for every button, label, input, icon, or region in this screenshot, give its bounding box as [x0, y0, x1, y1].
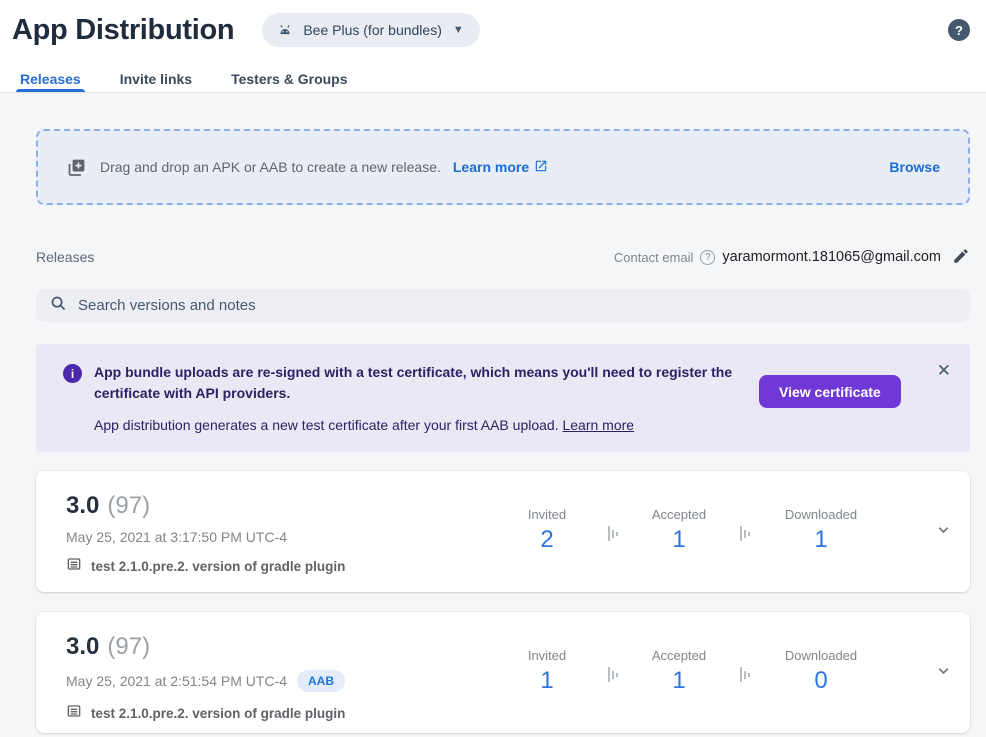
release-stats: Invited 1 Accepted 1 Downloaded 0	[502, 648, 876, 695]
stat-label: Downloaded	[766, 507, 876, 522]
stat-label: Downloaded	[766, 648, 876, 663]
stat-accepted: Accepted 1	[634, 648, 724, 695]
chevron-down-icon	[935, 662, 952, 682]
release-card: 3.0 (97) May 25, 2021 at 2:51:54 PM UTC-…	[36, 612, 970, 733]
release-version: 3.0	[66, 492, 99, 520]
stat-value: 2	[502, 526, 592, 554]
stat-downloaded: Downloaded 0	[766, 648, 876, 695]
page-header: App Distribution Bee Plus (for bundles) …	[0, 0, 986, 93]
release-version: 3.0	[66, 633, 99, 661]
upload-dropzone[interactable]: Drag and drop an APK or AAB to create a …	[36, 129, 970, 205]
app-selector-label: Bee Plus (for bundles)	[303, 22, 442, 38]
stat-label: Invited	[502, 648, 592, 663]
pencil-icon	[952, 247, 970, 268]
tab-releases[interactable]: Releases	[16, 60, 85, 92]
expand-release-button[interactable]	[935, 521, 952, 541]
page-title: App Distribution	[12, 14, 234, 47]
help-icon[interactable]: ?	[948, 19, 970, 41]
external-link-icon	[534, 159, 548, 176]
banner-bold-text: App bundle uploads are re-signed with a …	[94, 362, 742, 404]
dropzone-text: Drag and drop an APK or AAB to create a …	[100, 159, 441, 175]
stat-label: Accepted	[634, 507, 724, 522]
releases-section-label: Releases	[36, 249, 94, 265]
close-icon[interactable]: ✕	[933, 358, 955, 383]
search-icon	[50, 295, 67, 317]
stat-label: Invited	[502, 507, 592, 522]
expand-release-button[interactable]	[935, 662, 952, 682]
dropzone-learn-more-link[interactable]: Learn more	[453, 159, 548, 176]
tab-bar: Releases Invite links Testers & Groups	[0, 60, 986, 93]
funnel-step-icon	[740, 667, 750, 682]
release-stats: Invited 2 Accepted 1 Downloaded 1	[502, 507, 876, 554]
tab-testers-groups[interactable]: Testers & Groups	[227, 60, 351, 92]
contact-email-row: Contact email ? yaramormont.181065@gmail…	[614, 247, 970, 268]
certificate-banner: i App bundle uploads are re-signed with …	[36, 344, 970, 452]
app-selector-dropdown[interactable]: Bee Plus (for bundles) ▼	[262, 13, 479, 47]
funnel-step-icon	[608, 667, 618, 682]
learn-more-label: Learn more	[453, 159, 529, 175]
release-build-number: (97)	[107, 633, 150, 661]
contact-email-label: Contact email	[614, 250, 693, 265]
library-add-icon	[66, 157, 87, 178]
funnel-step-icon	[608, 526, 618, 541]
release-date: May 25, 2021 at 3:17:50 PM UTC-4	[66, 529, 287, 545]
edit-email-button[interactable]	[948, 247, 970, 268]
aab-badge: AAB	[297, 670, 345, 692]
view-certificate-button[interactable]: View certificate	[759, 375, 901, 408]
tab-invite-links[interactable]: Invite links	[116, 60, 196, 92]
release-notes-text: test 2.1.0.pre.2. version of gradle plug…	[91, 706, 345, 721]
help-outline-icon[interactable]: ?	[700, 250, 715, 265]
browse-button[interactable]: Browse	[889, 159, 940, 175]
stat-value: 1	[766, 526, 876, 554]
stat-value: 0	[766, 667, 876, 695]
banner-learn-more-link[interactable]: Learn more	[562, 417, 634, 433]
stat-label: Accepted	[634, 648, 724, 663]
release-notes-icon	[66, 556, 82, 577]
stat-invited: Invited 1	[502, 648, 592, 695]
stat-downloaded: Downloaded 1	[766, 507, 876, 554]
stat-value: 1	[502, 667, 592, 695]
release-notes-text: test 2.1.0.pre.2. version of gradle plug…	[91, 559, 345, 574]
release-card: 3.0 (97) May 25, 2021 at 3:17:50 PM UTC-…	[36, 471, 970, 592]
search-bar	[36, 289, 970, 322]
release-build-number: (97)	[107, 492, 150, 520]
release-notes-icon	[66, 703, 82, 724]
chevron-down-icon	[935, 521, 952, 541]
release-date: May 25, 2021 at 2:51:54 PM UTC-4	[66, 673, 287, 689]
stat-value: 1	[634, 667, 724, 695]
banner-body-text: App distribution generates a new test ce…	[94, 417, 559, 433]
stat-value: 1	[634, 526, 724, 554]
contact-email-value: yaramormont.181065@gmail.com	[722, 249, 941, 265]
caret-down-icon: ▼	[453, 24, 464, 36]
search-input[interactable]	[78, 297, 956, 314]
info-icon: i	[63, 364, 82, 383]
funnel-step-icon	[740, 526, 750, 541]
android-icon	[276, 21, 294, 39]
stat-invited: Invited 2	[502, 507, 592, 554]
stat-accepted: Accepted 1	[634, 507, 724, 554]
